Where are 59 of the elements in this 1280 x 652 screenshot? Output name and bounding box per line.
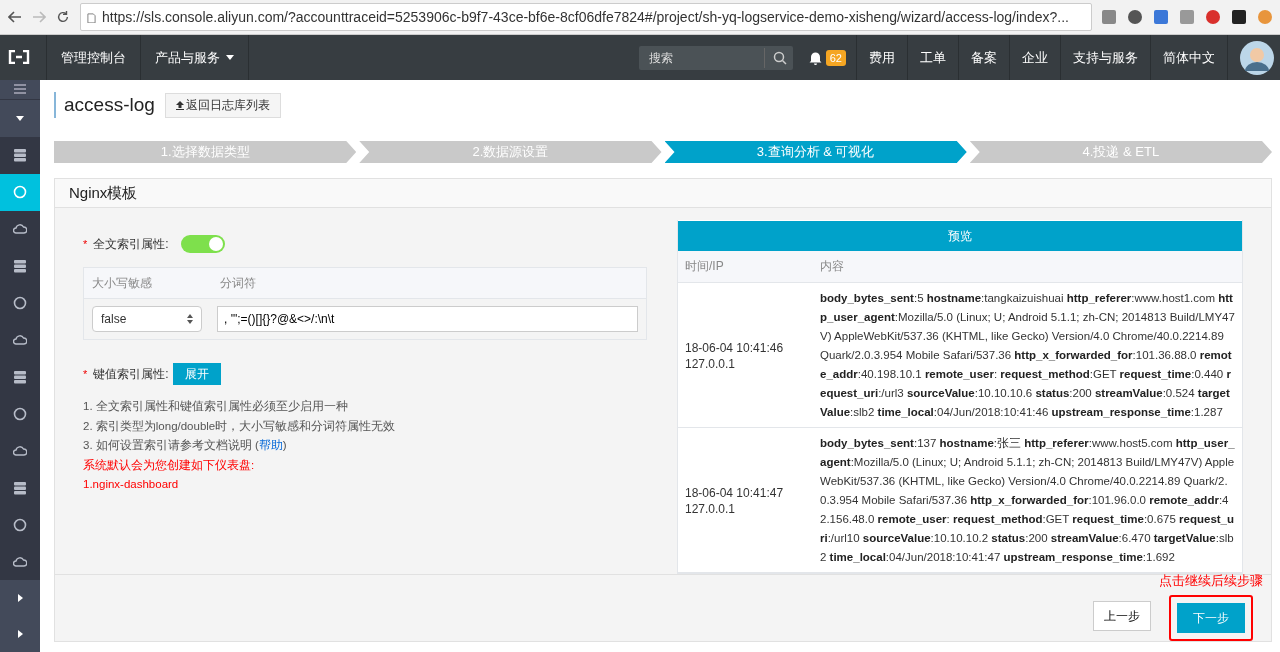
stack-icon [13,370,27,384]
notification-count: 62 [825,49,846,66]
toggle-switch[interactable] [180,235,225,253]
case-select[interactable]: false [92,306,202,332]
warning-text: 系统默认会为您创建如下仪表盘: [83,457,256,473]
extension-icon[interactable] [1206,10,1220,24]
log-time: 18-06-04 10:41:46 [685,339,785,356]
warning-text: 1.nginx-dashboard [83,477,180,492]
card-title: Nginx模板 [69,183,138,203]
stack-icon [13,480,27,495]
previous-button[interactable]: 上一步 [1093,601,1151,631]
stack-icon [13,259,27,274]
field-label: 全文索引属性: [93,235,169,253]
caret-icon [226,55,234,60]
menu-icon[interactable] [0,80,40,99]
preview-header: 预览 [678,221,1242,251]
logo-icon[interactable] [8,50,30,64]
annotation-text: 点击继续后续步骤 [1159,573,1263,590]
back-icon[interactable] [8,11,22,23]
address-bar[interactable]: https://sls.console.aliyun.com/?accounttraceid=5253906c-b9f7-43ce-bf6e-8cf06dfe7824#/project/sh-yq-logservice-demo-xisheng/wizard/access-log/index?... [80,3,1092,31]
page-title: access-log [64,94,155,116]
bell-icon[interactable] [808,50,822,65]
stack-icon [13,148,27,163]
sidebar-item[interactable] [0,173,40,211]
log-content: body_bytes_sent:137 hostname:张三 http_referer:www.host5.com http_user_agent:Mozilla/5.0 (Linux; U; Android 5.1.1; zh-CN; 2014813 Build/LMY47V) AppleWebKit/537.36 (KHTML, like Gecko) Version/4.0 Chrome/40.0.2214.89 Quark/2.0.3.954 Mobile Safari/537.36 http_x_forwarded_for:101.96.0.0 remote_addr:42.156.48.0 remote_user: request_method:GET request_time:0.675 request_uri:/url10 sourceValue:10.10.10.2 status:200 streamValue:6.470 targetValue:slb2 time_local:04/Jun/2018:10:41:47 upstream_response_time:1.692 [820,436,1235,565]
upload-icon [175,100,184,110]
log-time: 18-06-04 10:41:47 [685,484,785,501]
back-button[interactable]: 返回日志库列表 [164,92,281,118]
note-text: 3. 如何设置索引请参考文档说明 (帮助) [83,438,288,453]
column-header: 内容 [820,258,844,275]
help-link[interactable]: 帮助 [258,439,283,451]
delimiter-field[interactable]: , '";=()[]{}?@&<>/:\n\t [217,306,638,332]
circle-icon [13,185,27,200]
cloud-icon [13,443,27,458]
cloud-icon [13,333,27,348]
cloud-icon [13,222,27,237]
note-text: 2. 索引类型为long/double时，大小写敏感和分词符属性无效 [83,418,397,434]
column-header: 分词符 [220,274,256,292]
column-header: 时间/IP [685,258,725,275]
column-header: 大小写敏感 [92,274,153,292]
caret-icon [16,115,24,121]
avatar-icon[interactable] [1240,40,1274,75]
cloud-icon [13,554,27,569]
log-ip: 127.0.0.1 [685,500,737,517]
log-content: body_bytes_sent:5 hostname:tangkaizuishuai http_referer:www.host1.com http_user_agent:Mozilla/5.0 (Linux; U; Android 5.1.1; zh-CN; 2014813 Build/LMY47V) AppleWebKit/537.36 (KHTML, like Gecko) Version/4.0 Chrome/40.0.2214.89 Quark/2.0.3.954 Mobile Safari/537.36 http_x_forwarded_for:101.36.88.0 remote_addr:40.198.10.1 remote_user: request_method:GET request_time:0.440 request_uri:/url3 sourceValue:10.10.10.6 status:200 streamValue:0.524 targetValue:slb2 time_local:04/Jun/2018:10:41:46 upstream_response_time:1.287 [820,291,1235,420]
required-mark: * [83,368,88,380]
search-icon[interactable] [772,50,787,65]
reload-icon[interactable] [56,10,70,24]
field-label: 键值索引属性: [93,365,169,383]
note-text: 1. 全文索引属性和键值索引属性必须至少启用一种 [83,399,349,414]
circle-icon [13,517,27,532]
extension-icon[interactable] [1128,10,1142,24]
required-mark: * [83,238,88,250]
circle-icon [13,406,27,421]
search-field[interactable]: 搜索 [638,45,793,70]
sort-arrows-icon [187,314,193,324]
log-ip: 127.0.0.1 [685,355,737,372]
collapse-toggle[interactable] [0,98,40,137]
circle-icon [13,296,27,311]
